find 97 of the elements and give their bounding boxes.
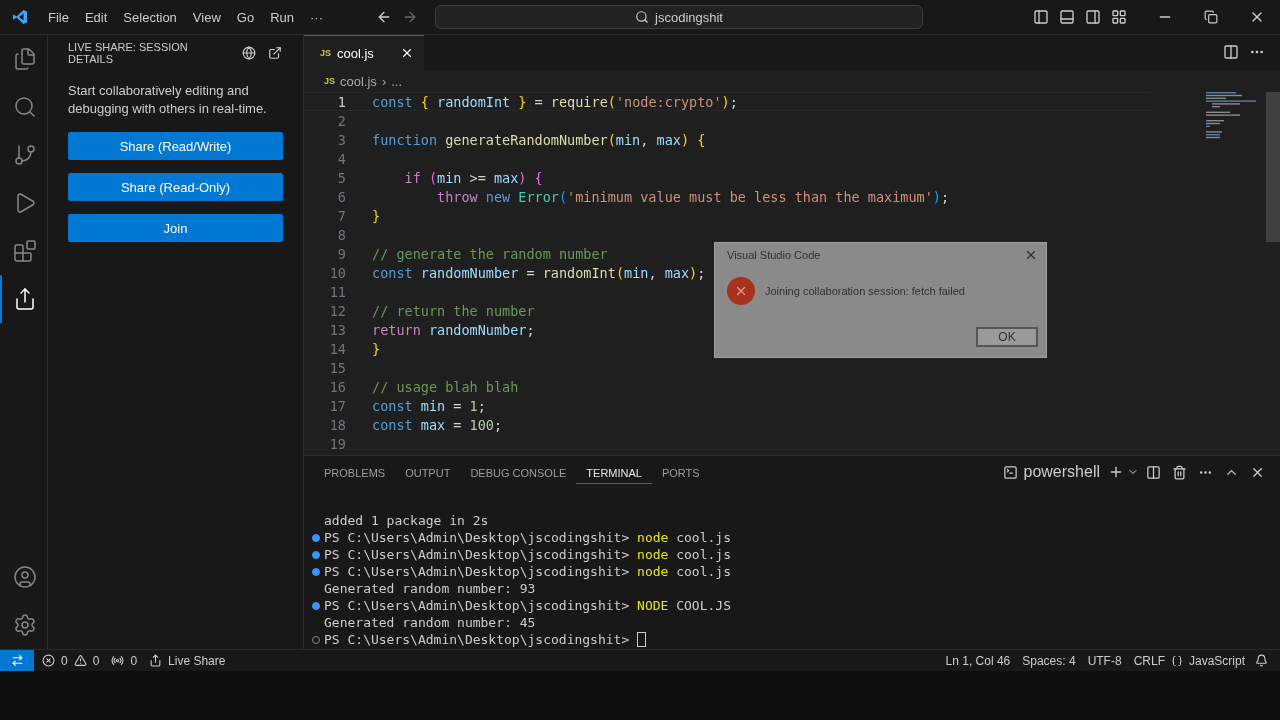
terminal-prompt: PS C:\Users\Admin\Desktop\jscodingshit>	[324, 547, 630, 562]
menu-item[interactable]: Edit	[76, 9, 116, 25]
menu-item[interactable]: View	[184, 9, 229, 25]
sidebar-title: LIVE SHARE: SESSION DETAILS	[68, 40, 189, 65]
line-number: 6	[336, 188, 346, 205]
code-line: const randomNumber = randomInt(min, max);	[372, 264, 706, 281]
line-number: 3	[336, 131, 346, 148]
dialog-title: Visual Studio Code	[727, 249, 821, 261]
terminal-prompt: PS C:\Users\Admin\Desktop\jscodingshit>	[324, 564, 630, 579]
line-number: 8	[336, 226, 346, 243]
terminal-icon	[1002, 464, 1018, 480]
editor-tab[interactable]: JS cool.js	[304, 35, 424, 70]
line-number: 5	[336, 169, 346, 186]
panel-tab[interactable]: OUTPUT	[395, 460, 461, 484]
line-ending[interactable]: CRLF	[1127, 653, 1171, 668]
code-line: if (min >= max) {	[403, 169, 543, 186]
menu-item[interactable]: Go	[228, 9, 263, 25]
line-number: 16	[328, 378, 346, 395]
breadcrumb-item[interactable]: cool.js	[340, 73, 377, 89]
terminal-output: Generated random number: 93	[324, 581, 536, 596]
scrollbar[interactable]	[1266, 92, 1280, 242]
terminal-command: NODE COOL.JS	[636, 598, 731, 613]
share-arrow-icon	[149, 654, 163, 667]
line-number: 4	[336, 150, 346, 167]
language-mode[interactable]: JavaScript	[1182, 653, 1251, 668]
js-file-icon: JS	[324, 76, 335, 86]
code-line: const { randomInt } = require('node:crypto');	[372, 93, 738, 110]
menu-item[interactable]: Run	[262, 9, 302, 25]
terminal-command: node cool.js	[636, 547, 731, 562]
terminal-prompt: PS C:\Users\Admin\Desktop\jscodingshit>	[324, 598, 630, 613]
error-count[interactable]: 0	[55, 653, 74, 668]
panel-tab[interactable]: PROBLEMS	[314, 460, 396, 484]
code-line: throw new Error('minimum value must be less than the maximum');	[436, 188, 950, 205]
menu-item[interactable]: ···	[302, 9, 331, 25]
app-logo-icon	[12, 9, 28, 25]
terminal-command: node cool.js	[636, 564, 731, 579]
live-share-status[interactable]: Live Share	[162, 653, 232, 668]
terminal-prompt: PS C:\Users\Admin\Desktop\jscodingshit>	[324, 632, 630, 647]
code-line: }	[372, 207, 381, 224]
encoding[interactable]: UTF-8	[1081, 653, 1128, 668]
line-number: 17	[328, 397, 346, 414]
sidebar-description: Start collaboratively editing and debugging with others in real-time.	[68, 82, 268, 118]
braces-icon	[1170, 654, 1183, 667]
error-icon	[42, 654, 55, 667]
code-line: function generateRandomNumber(min, max) {	[372, 131, 706, 148]
line-number: 19	[328, 435, 346, 452]
share-button[interactable]: Join	[68, 214, 283, 242]
breadcrumb-item[interactable]: ...	[391, 73, 403, 89]
terminal-name[interactable]: powershell	[1017, 463, 1106, 481]
line-number: 11	[328, 283, 346, 300]
close-icon[interactable]	[400, 46, 414, 60]
terminal-prompt: PS C:\Users\Admin\Desktop\jscodingshit>	[324, 530, 630, 545]
warning-count[interactable]: 0	[86, 653, 106, 668]
code-line: // generate the random number	[372, 245, 608, 262]
share-button[interactable]: Share (Read-Only)	[68, 173, 283, 201]
indentation[interactable]: Spaces: 4	[1016, 653, 1082, 668]
broadcast-icon	[111, 654, 125, 667]
line-number: 18	[328, 416, 346, 433]
warning-icon	[73, 654, 87, 667]
cursor-position[interactable]: Ln 1, Col 46	[939, 653, 1017, 668]
menu-item[interactable]: Selection	[115, 9, 185, 25]
line-number: 2	[336, 112, 346, 129]
ports-count[interactable]: 0	[124, 653, 144, 668]
ok-button[interactable]: OK	[976, 327, 1038, 347]
terminal-cursor	[637, 632, 647, 647]
command-center-search[interactable]: jscodingshit	[435, 5, 923, 29]
line-number: 7	[336, 207, 346, 224]
error-icon	[727, 277, 755, 305]
line-number: 10	[328, 264, 346, 281]
line-number: 15	[328, 359, 346, 376]
code-line: }	[372, 340, 381, 357]
dialog-message: Joining collaboration session: fetch failed	[765, 285, 965, 297]
breadcrumb-separator: ›	[381, 73, 387, 89]
code-line: const min = 1;	[372, 397, 486, 414]
menu-item[interactable]: File	[40, 9, 77, 25]
panel-tab[interactable]: DEBUG CONSOLE	[460, 460, 577, 484]
js-file-icon: JS	[320, 48, 331, 58]
bell-icon[interactable]	[1255, 654, 1268, 667]
code-line: // return the number	[372, 302, 535, 319]
terminal-output: Generated random number: 45	[324, 615, 536, 630]
line-number: 12	[328, 302, 346, 319]
workspace-name: jscodingshit	[655, 9, 723, 25]
panel-tab[interactable]: PORTS	[651, 460, 710, 484]
remote-indicator[interactable]	[0, 650, 34, 671]
line-number: 13	[328, 321, 346, 338]
line-number: 1	[336, 93, 346, 110]
line-number: 14	[328, 340, 346, 357]
terminal-command: node cool.js	[636, 530, 731, 545]
search-icon	[635, 10, 650, 24]
panel-tab[interactable]: TERMINAL	[576, 460, 652, 484]
code-line: // usage blah blah	[372, 378, 519, 395]
share-button[interactable]: Share (Read/Write)	[68, 132, 283, 160]
terminal-output: added 1 package in 2s	[324, 513, 489, 528]
line-number: 9	[336, 245, 346, 262]
tab-label: cool.js	[337, 45, 375, 61]
code-line: return randomNumber;	[372, 321, 535, 338]
code-line: const max = 100;	[372, 416, 503, 433]
